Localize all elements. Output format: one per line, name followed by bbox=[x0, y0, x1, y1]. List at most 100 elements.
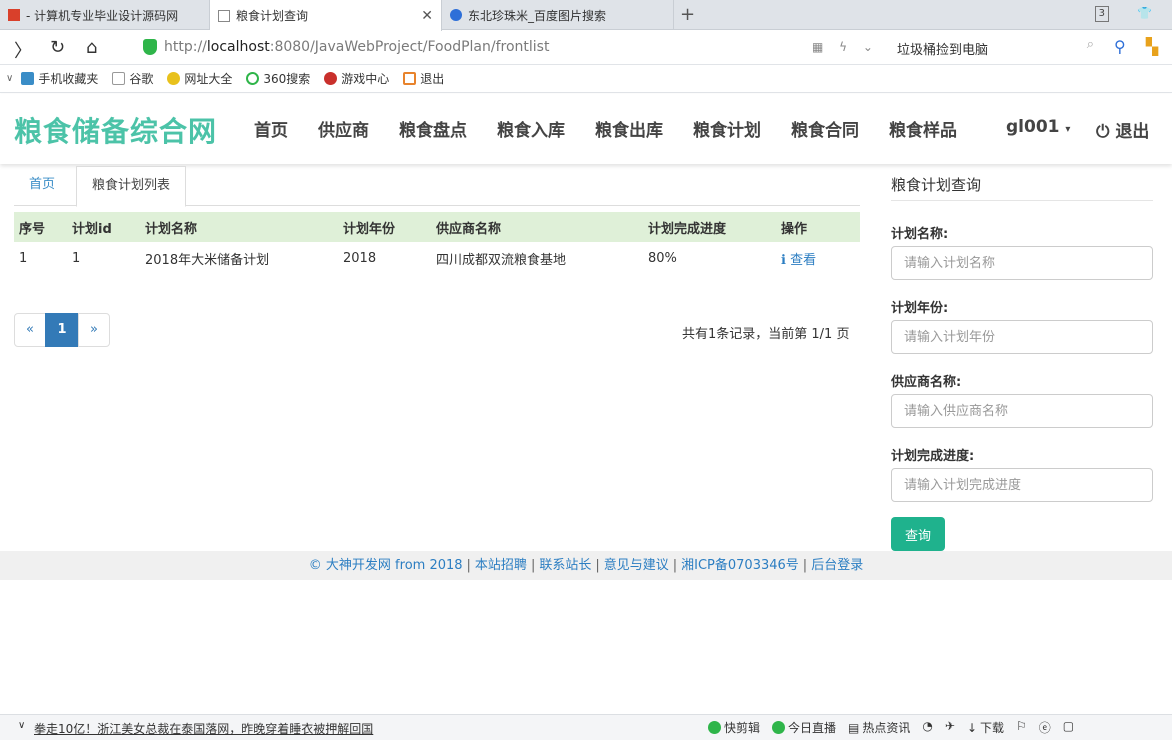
nav-plan[interactable]: 粮食计划 bbox=[693, 116, 761, 141]
site-footer: © 大神开发网 from 2018 | 本站招聘 | 联系站长 | 意见与建议 | 湘ICP备0… bbox=[0, 551, 1172, 580]
nav-inventory[interactable]: 粮食盘点 bbox=[399, 116, 467, 141]
logout-button[interactable]: ⏻ 退出 bbox=[1096, 117, 1149, 142]
prev-page-button[interactable]: « bbox=[14, 313, 46, 347]
copyright[interactable]: © 大神开发网 from 2018 bbox=[309, 558, 463, 573]
footer-link-feedback[interactable]: 意见与建议 bbox=[604, 558, 669, 573]
speed-icon[interactable]: ◔ bbox=[922, 719, 932, 736]
search-icon[interactable]: ⌕ bbox=[1087, 37, 1094, 56]
search-hint[interactable]: 垃圾桶捡到电脑 bbox=[897, 39, 988, 58]
bookmark-mobile[interactable]: 手机收藏夹 bbox=[21, 70, 98, 87]
phone-icon bbox=[21, 72, 35, 85]
nav-sample[interactable]: 粮食样品 bbox=[889, 116, 957, 141]
browser-tab-3[interactable]: 东北珍珠米_百度图片搜索 bbox=[442, 0, 674, 30]
shirt-icon[interactable]: 👕 bbox=[1137, 6, 1152, 22]
footer-link-jobs[interactable]: 本站招聘 bbox=[475, 558, 527, 573]
home-icon[interactable]: ⌂ bbox=[86, 37, 97, 58]
tab-home[interactable]: 首页 bbox=[14, 166, 70, 206]
browser-tab-title: 东北珍珠米_百度图片搜索 bbox=[468, 8, 607, 23]
news-icon: ▤ bbox=[848, 720, 860, 735]
query-button[interactable]: 查询 bbox=[891, 517, 945, 551]
status-item-clip[interactable]: 快剪辑 bbox=[708, 719, 760, 736]
play-icon bbox=[772, 721, 786, 734]
flag-icon[interactable]: ⚐ bbox=[1016, 719, 1027, 736]
col-name: 计划名称 bbox=[140, 212, 338, 242]
cell-no: 1 bbox=[19, 250, 28, 266]
status-item-download[interactable]: ↓ 下载 bbox=[967, 719, 1004, 736]
browser-tab-title: 粮食计划查询 bbox=[236, 9, 309, 23]
url-host: localhost bbox=[206, 39, 270, 55]
apps-grid-icon[interactable]: ▚ bbox=[1146, 37, 1158, 56]
footer-link-contact[interactable]: 联系站长 bbox=[539, 558, 591, 573]
bookmark-360[interactable]: 360搜索 bbox=[246, 70, 310, 87]
footer-link-icp[interactable]: 湘ICP备0703346号 bbox=[681, 558, 799, 573]
col-action: 操作 bbox=[776, 212, 860, 242]
cell-progress: 80% bbox=[648, 250, 677, 266]
nav-supplier[interactable]: 供应商 bbox=[318, 116, 369, 141]
close-tab-icon[interactable]: ✕ bbox=[421, 8, 433, 24]
nav-contract[interactable]: 粮食合同 bbox=[791, 116, 859, 141]
cell-id: 1 bbox=[72, 250, 81, 266]
query-panel-title: 粮食计划查询 bbox=[891, 176, 982, 194]
status-label: 热点资讯 bbox=[862, 721, 911, 735]
user-name: gl001 bbox=[1006, 117, 1060, 137]
clean-icon[interactable]: ✈ bbox=[945, 719, 955, 736]
main-nav: 首页 供应商 粮食盘点 粮食入库 粮食出库 粮食计划 粮食合同 粮食样品 bbox=[254, 116, 987, 141]
plan-year-input[interactable] bbox=[891, 320, 1153, 354]
reload-icon[interactable]: ↻ bbox=[50, 37, 65, 58]
nav-stock-out[interactable]: 粮食出库 bbox=[595, 116, 663, 141]
cell-name: 2018年大米储备计划 bbox=[145, 252, 270, 268]
nav-stock-in[interactable]: 粮食入库 bbox=[497, 116, 565, 141]
addr-tools-icon[interactable]: ▦ ϟ ⌄ bbox=[812, 40, 879, 54]
url-prefix: http:// bbox=[164, 39, 207, 55]
url-path: :8080/JavaWebProject/FoodPlan/frontlist bbox=[269, 39, 550, 55]
exit-icon bbox=[403, 72, 417, 85]
chevron-down-icon[interactable]: ∨ bbox=[6, 73, 13, 84]
view-link[interactable]: ℹ 查看 bbox=[781, 253, 816, 268]
url-field[interactable]: http://localhost:8080/JavaWebProject/Foo… bbox=[164, 39, 549, 55]
browser-tab-2[interactable]: 粮食计划查询 ✕ bbox=[210, 0, 442, 31]
bookmarks-bar: ∨ 手机收藏夹 谷歌 网址大全 360搜索 游戏中心 退出 bbox=[0, 65, 1172, 93]
new-tab-icon[interactable]: + bbox=[680, 4, 695, 25]
power-icon: ⏻ bbox=[1096, 122, 1110, 142]
page-1-button[interactable]: 1 bbox=[45, 313, 79, 347]
baidu-favicon-icon bbox=[450, 9, 462, 21]
supplier-name-label: 供应商名称: bbox=[891, 375, 962, 390]
footer-link-admin-login[interactable]: 后台登录 bbox=[811, 558, 863, 573]
bookmark-label: 谷歌 bbox=[129, 72, 154, 86]
status-label: 快剪辑 bbox=[724, 721, 761, 735]
caret-down-icon: ▾ bbox=[1065, 124, 1071, 135]
browser-tab-1[interactable]: - 计算机专业毕业设计源码网 bbox=[0, 0, 210, 30]
window-icon[interactable]: ▢ bbox=[1063, 719, 1074, 736]
search-engine-icon[interactable]: ⚲ bbox=[1114, 37, 1126, 56]
plan-progress-input[interactable] bbox=[891, 468, 1153, 502]
info-icon: ℹ bbox=[781, 252, 786, 268]
portal-icon bbox=[167, 72, 181, 85]
user-menu[interactable]: gl001 ▾ bbox=[1006, 117, 1070, 137]
plan-name-input[interactable] bbox=[891, 246, 1153, 280]
bookmark-games[interactable]: 游戏中心 bbox=[324, 70, 389, 87]
tab-plan-list[interactable]: 粮食计划列表 bbox=[76, 166, 187, 207]
bookmark-portal[interactable]: 网址大全 bbox=[167, 70, 232, 87]
next-page-button[interactable]: » bbox=[78, 313, 110, 347]
nav-home[interactable]: 首页 bbox=[254, 116, 288, 141]
plan-name-label: 计划名称: bbox=[891, 227, 949, 242]
supplier-name-input[interactable] bbox=[891, 394, 1153, 428]
bookmark-label: 退出 bbox=[420, 72, 445, 86]
tab-count-badge[interactable]: 3 bbox=[1094, 6, 1110, 22]
col-year: 计划年份 bbox=[338, 212, 431, 242]
bookmark-google[interactable]: 谷歌 bbox=[112, 70, 153, 87]
forward-icon[interactable]: 〉 bbox=[14, 37, 32, 63]
chevron-down-icon[interactable]: ∨ bbox=[18, 720, 25, 731]
news-ticker[interactable]: 拳走10亿！浙江美女总裁在泰国落网，昨晚穿着睡衣被押解回国 bbox=[34, 720, 373, 737]
game-icon bbox=[324, 72, 338, 85]
site-header: 粮食储备综合网 首页 供应商 粮食盘点 粮食入库 粮食出库 粮食计划 粮食合同 … bbox=[0, 94, 1172, 164]
status-item-live[interactable]: 今日直播 bbox=[772, 719, 836, 736]
site-brand[interactable]: 粮食储备综合网 bbox=[14, 110, 217, 150]
address-bar: 〉 ↻ ⌂ http://localhost:8080/JavaWebProje… bbox=[0, 31, 1172, 65]
status-item-news[interactable]: ▤ 热点资讯 bbox=[848, 719, 910, 736]
divider bbox=[891, 200, 1153, 201]
bookmark-exit[interactable]: 退出 bbox=[403, 70, 444, 87]
status-label: 下载 bbox=[980, 721, 1005, 735]
col-progress: 计划完成进度 bbox=[643, 212, 776, 242]
browser-icon[interactable]: ⓔ bbox=[1039, 719, 1051, 736]
